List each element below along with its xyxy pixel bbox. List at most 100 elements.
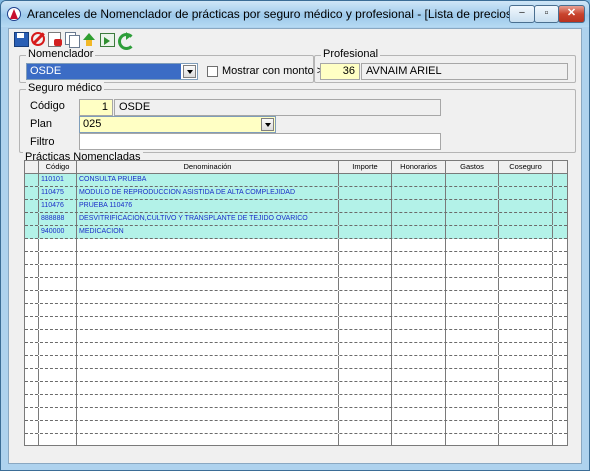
mostrar-monto-checkbox[interactable] — [207, 66, 218, 77]
cell-importe[interactable] — [339, 421, 392, 433]
cell-denominacion[interactable] — [77, 382, 339, 394]
cell-codigo[interactable] — [39, 395, 77, 407]
cell-denominacion[interactable]: DESVITRIFICACION,CULTIVO Y TRANSPLANTE D… — [77, 213, 339, 225]
empty-table-row[interactable] — [25, 421, 567, 434]
empty-table-row[interactable] — [25, 239, 567, 252]
cell-importe[interactable] — [339, 226, 392, 238]
cell-codigo[interactable] — [39, 278, 77, 290]
plan-select[interactable]: 025 — [79, 116, 276, 133]
table-row[interactable]: 940000 MEDICACION — [25, 226, 567, 239]
cell-denominacion[interactable] — [77, 421, 339, 433]
cell-coseguro[interactable] — [499, 174, 553, 186]
cell-honorarios[interactable] — [392, 226, 446, 238]
cell-honorarios[interactable] — [392, 200, 446, 212]
cell-codigo[interactable] — [39, 317, 77, 329]
cell-coseguro[interactable] — [499, 434, 553, 445]
cell-coseguro[interactable] — [499, 304, 553, 316]
cell-honorarios[interactable] — [392, 317, 446, 329]
cell-importe[interactable] — [339, 291, 392, 303]
cell-honorarios[interactable] — [392, 213, 446, 225]
cell-honorarios[interactable] — [392, 369, 446, 381]
title-bar[interactable]: Aranceles de Nomenclador de prácticas po… — [1, 1, 589, 27]
cell-gastos[interactable] — [446, 317, 499, 329]
cell-gastos[interactable] — [446, 382, 499, 394]
cell-coseguro[interactable] — [499, 382, 553, 394]
cell-coseguro[interactable] — [499, 278, 553, 290]
cell-gastos[interactable] — [446, 356, 499, 368]
cell-coseguro[interactable] — [499, 395, 553, 407]
cell-importe[interactable] — [339, 304, 392, 316]
cell-coseguro[interactable] — [499, 356, 553, 368]
empty-table-row[interactable] — [25, 395, 567, 408]
empty-table-row[interactable] — [25, 356, 567, 369]
cell-codigo[interactable]: 110101 — [39, 174, 77, 186]
cell-honorarios[interactable] — [392, 304, 446, 316]
upload-icon[interactable] — [81, 31, 97, 47]
cell-codigo[interactable] — [39, 252, 77, 264]
cell-denominacion[interactable] — [77, 291, 339, 303]
cell-denominacion[interactable] — [77, 434, 339, 445]
cell-denominacion[interactable] — [77, 330, 339, 342]
cell-gastos[interactable] — [446, 343, 499, 355]
cell-denominacion[interactable] — [77, 408, 339, 420]
cell-gastos[interactable] — [446, 278, 499, 290]
cell-honorarios[interactable] — [392, 265, 446, 277]
cell-denominacion[interactable] — [77, 369, 339, 381]
cell-honorarios[interactable] — [392, 291, 446, 303]
cell-coseguro[interactable] — [499, 200, 553, 212]
table-row[interactable]: 110476 PRUEBA 110476 — [25, 200, 567, 213]
cell-denominacion[interactable] — [77, 317, 339, 329]
cell-importe[interactable] — [339, 213, 392, 225]
empty-table-row[interactable] — [25, 278, 567, 291]
cell-honorarios[interactable] — [392, 343, 446, 355]
header-importe[interactable]: Importe — [339, 161, 392, 173]
refresh-icon[interactable] — [116, 31, 135, 50]
cell-gastos[interactable] — [446, 421, 499, 433]
cell-gastos[interactable] — [446, 395, 499, 407]
chevron-down-icon[interactable] — [183, 65, 196, 78]
cell-gastos[interactable] — [446, 330, 499, 342]
cell-codigo[interactable] — [39, 239, 77, 251]
codigo-field[interactable]: 1 — [79, 99, 113, 116]
copy-icon[interactable] — [64, 31, 80, 48]
cell-codigo[interactable] — [39, 369, 77, 381]
cell-gastos[interactable] — [446, 213, 499, 225]
cell-codigo[interactable] — [39, 408, 77, 420]
delete-icon[interactable] — [47, 31, 63, 47]
cell-codigo[interactable]: 888888 — [39, 213, 77, 225]
cell-honorarios[interactable] — [392, 356, 446, 368]
empty-table-row[interactable] — [25, 252, 567, 265]
cell-denominacion[interactable]: PRUEBA 110476 — [77, 200, 339, 212]
cell-honorarios[interactable] — [392, 278, 446, 290]
profesional-id-field[interactable]: 36 — [320, 63, 360, 80]
cell-honorarios[interactable] — [392, 382, 446, 394]
cell-coseguro[interactable] — [499, 317, 553, 329]
empty-table-row[interactable] — [25, 317, 567, 330]
cell-gastos[interactable] — [446, 226, 499, 238]
empty-table-row[interactable] — [25, 265, 567, 278]
cell-gastos[interactable] — [446, 174, 499, 186]
cell-codigo[interactable]: 110476 — [39, 200, 77, 212]
header-honorarios[interactable]: Honorarios — [392, 161, 446, 173]
cell-gastos[interactable] — [446, 304, 499, 316]
cell-importe[interactable] — [339, 187, 392, 199]
cell-importe[interactable] — [339, 174, 392, 186]
cell-denominacion[interactable] — [77, 239, 339, 251]
cell-honorarios[interactable] — [392, 434, 446, 445]
cell-denominacion[interactable] — [77, 356, 339, 368]
header-codigo[interactable]: Código — [39, 161, 77, 173]
cell-coseguro[interactable] — [499, 213, 553, 225]
cell-codigo[interactable] — [39, 291, 77, 303]
cell-codigo[interactable] — [39, 330, 77, 342]
empty-table-row[interactable] — [25, 304, 567, 317]
table-row[interactable]: 110475 MODULO DE REPRODUCCION ASISTIDA DE… — [25, 187, 567, 200]
cell-importe[interactable] — [339, 330, 392, 342]
cell-coseguro[interactable] — [499, 226, 553, 238]
cell-coseguro[interactable] — [499, 265, 553, 277]
cell-importe[interactable] — [339, 382, 392, 394]
cell-gastos[interactable] — [446, 408, 499, 420]
cell-coseguro[interactable] — [499, 291, 553, 303]
empty-table-row[interactable] — [25, 382, 567, 395]
cell-denominacion[interactable] — [77, 343, 339, 355]
cell-denominacion[interactable] — [77, 395, 339, 407]
